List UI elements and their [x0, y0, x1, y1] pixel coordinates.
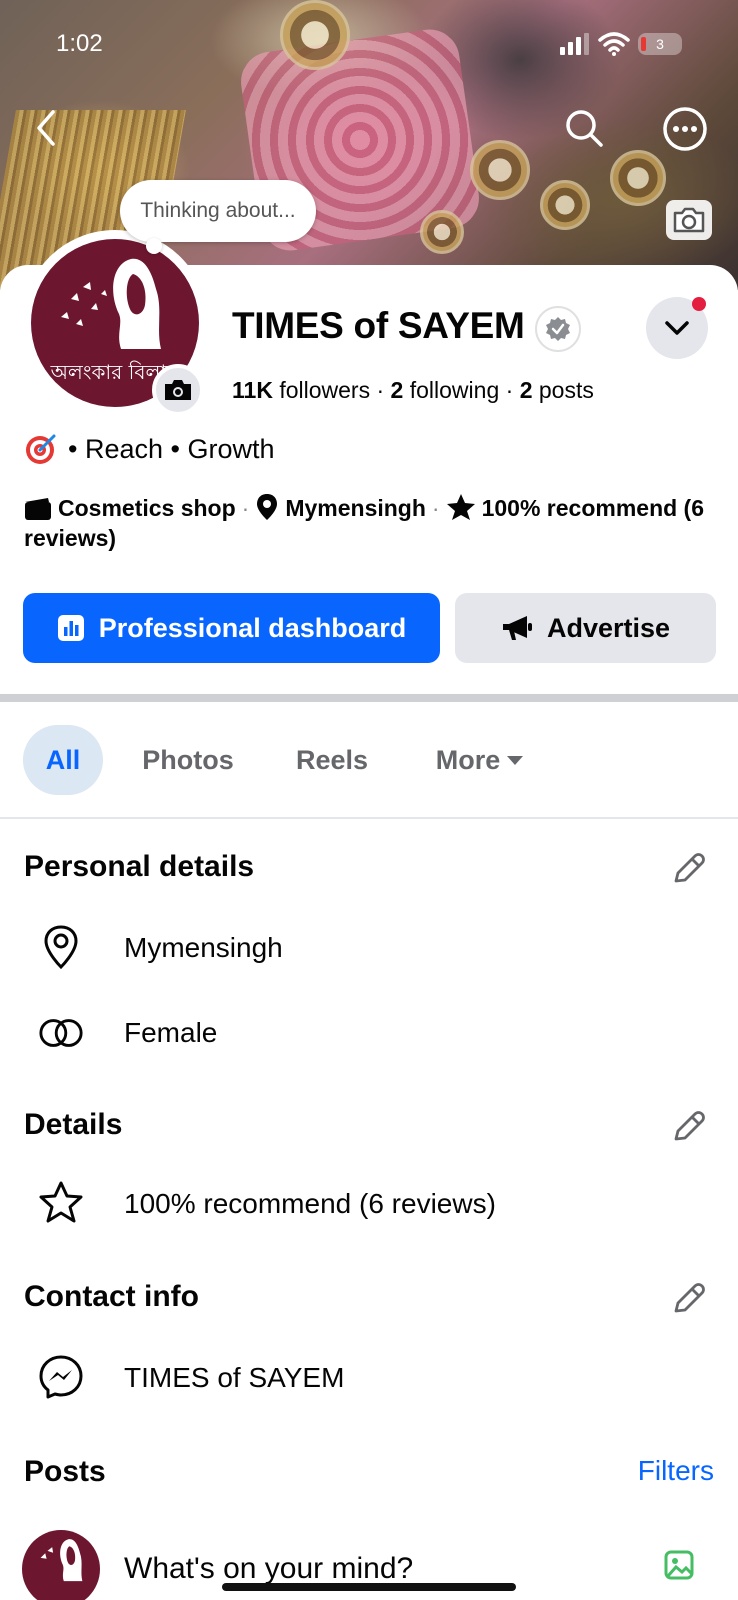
personal-details-title: Personal details [24, 850, 255, 883]
edit-avatar-button[interactable] [152, 364, 204, 416]
profile-bio: • Reach • Growth [24, 432, 274, 466]
star-outline-icon [39, 1181, 83, 1223]
dashboard-label: Professional dashboard [98, 612, 407, 643]
camera-icon [165, 380, 191, 400]
notification-dot [692, 297, 706, 311]
edit-details-button[interactable] [668, 1107, 708, 1147]
note-bubble[interactable]: Thinking about... [120, 180, 316, 254]
target-icon [26, 434, 56, 464]
add-photo-button[interactable] [664, 1550, 694, 1585]
cover-earring [420, 210, 464, 254]
category-text: Cosmetics shop [58, 495, 236, 521]
pencil-icon [674, 1283, 705, 1313]
wifi-icon [598, 32, 630, 56]
tabs-divider [0, 817, 738, 819]
search-icon [566, 110, 603, 147]
battery-level: 3 [656, 36, 664, 52]
composer-input[interactable]: What's on your mind? [124, 1552, 413, 1586]
location-text[interactable]: Mymensingh [285, 495, 426, 521]
cover-earring [540, 180, 590, 230]
star-icon [446, 494, 475, 520]
page-title: TIMES of SAYEM [232, 305, 525, 346]
messenger-value[interactable]: TIMES of SAYEM [124, 1362, 344, 1394]
chevron-left-icon [37, 110, 55, 146]
gender-value: Female [124, 1017, 218, 1048]
section-divider [0, 694, 738, 702]
profile-meta: Cosmetics shop · Mymensingh · 100% recommend… [24, 494, 705, 551]
advertise-label: Advertise [546, 612, 671, 643]
avatar-logo [40, 1539, 83, 1582]
professional-dashboard-button[interactable]: Professional dashboard [23, 593, 440, 663]
location-value[interactable]: Mymensingh [124, 932, 283, 964]
profile-stats: 11K followers · 2 following · 2 posts [232, 377, 594, 403]
tab-more[interactable]: More [420, 725, 540, 795]
recommend-row-icon [38, 1180, 84, 1226]
verified-check-icon [546, 317, 570, 341]
note-text: Thinking about... [140, 199, 296, 222]
profile-menu-button[interactable] [646, 297, 708, 359]
cover-earring [610, 150, 666, 206]
pencil-icon [674, 1111, 705, 1141]
signal-icon [560, 33, 589, 55]
messenger-row-icon [38, 1354, 84, 1400]
contact-info-title: Contact info [24, 1280, 199, 1313]
bio-text: • Reach • Growth [68, 433, 275, 464]
pencil-icon [674, 853, 705, 883]
clapperboard-icon [25, 498, 51, 520]
location-row-icon [38, 924, 84, 970]
messenger-icon [39, 1355, 83, 1399]
posts-title: Posts [24, 1455, 106, 1488]
tab-photos[interactable]: Photos [130, 725, 246, 795]
search-button[interactable] [562, 106, 606, 150]
following-link[interactable]: 2 following [391, 377, 500, 403]
gender-row-icon [38, 1010, 84, 1056]
battery-indicator: 3 [638, 33, 682, 55]
recommend-value[interactable]: 100% recommend (6 reviews) [124, 1188, 496, 1220]
tab-all[interactable]: All [23, 725, 103, 795]
tab-reels[interactable]: Reels [280, 725, 384, 795]
edit-contact-button[interactable] [668, 1279, 708, 1319]
megaphone-icon [502, 616, 532, 640]
profile-tabs: All Photos Reels More [0, 725, 738, 795]
photo-icon [664, 1550, 694, 1580]
location-pin-icon [44, 925, 78, 970]
chevron-down-icon [665, 321, 689, 335]
advertise-button[interactable]: Advertise [455, 593, 716, 663]
status-icons: 3 [560, 32, 682, 56]
gender-icon [39, 1019, 83, 1047]
home-indicator[interactable] [222, 1583, 516, 1591]
caret-down-icon [507, 756, 524, 765]
cover-earring [280, 0, 350, 70]
more-options-button[interactable] [662, 106, 708, 152]
composer-avatar[interactable] [22, 1530, 100, 1600]
details-title: Details [24, 1108, 123, 1141]
edit-cover-button[interactable] [666, 200, 712, 240]
dashboard-icon [57, 615, 84, 641]
more-horizontal-icon [663, 107, 707, 151]
status-time: 1:02 [56, 30, 103, 57]
location-pin-icon [257, 494, 278, 520]
back-button[interactable] [26, 104, 66, 152]
edit-personal-details-button[interactable] [668, 849, 708, 889]
filters-link[interactable]: Filters [638, 1455, 714, 1487]
verified-badge[interactable] [535, 306, 581, 352]
camera-icon [673, 207, 705, 233]
followers-link[interactable]: 11K followers [232, 377, 370, 403]
cover-earring [470, 140, 530, 200]
posts-link[interactable]: 2 posts [520, 377, 594, 403]
